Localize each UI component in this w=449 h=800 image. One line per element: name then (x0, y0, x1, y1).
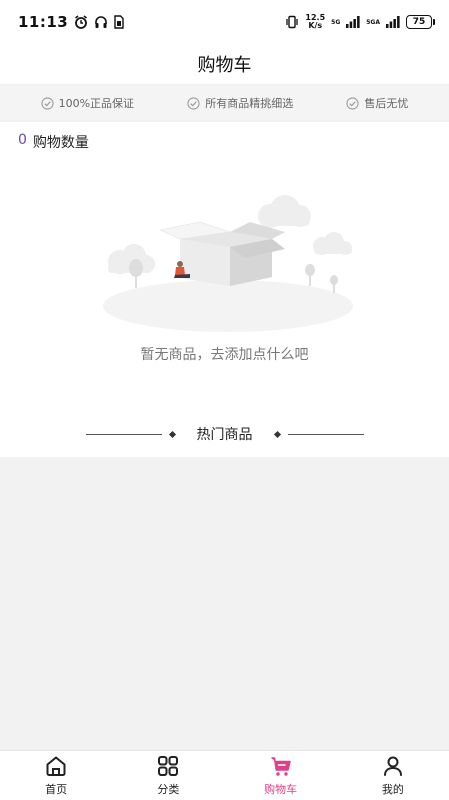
category-icon (158, 756, 179, 776)
nav-item-home[interactable]: 首页 (11, 751, 101, 800)
diamond-icon (168, 430, 176, 438)
net-speed-unit: K/s (308, 21, 323, 30)
status-right: 12.5 K/s 5G 5GA 75 (285, 14, 435, 30)
battery-level: 75 (406, 15, 432, 29)
assurance-label: 售后无忧 (364, 97, 409, 110)
empty-cart-text: 暂无商品，去添加点什么吧 (140, 347, 309, 363)
empty-cart-illustration (103, 195, 353, 332)
sim-card-icon (114, 15, 124, 29)
check-circle-icon (346, 96, 359, 110)
nav-item-profile[interactable]: 我的 (348, 751, 438, 800)
signal-bars-icon (386, 16, 400, 28)
nav-label: 购物车 (264, 783, 298, 796)
hot-products-header: 热门商品 (0, 422, 449, 446)
check-circle-icon (187, 96, 200, 110)
assurance-item-aftersales: 售后无忧 (346, 95, 408, 111)
nav-label: 分类 (157, 783, 180, 796)
status-left: 11:13 (18, 13, 124, 31)
headphones-icon (95, 16, 108, 28)
battery-indicator: 75 (406, 15, 435, 29)
check-circle-icon (40, 96, 54, 110)
divider-line (287, 433, 364, 435)
assurance-item-selected: 所有商品精挑细选 (187, 95, 293, 111)
hot-products-title: 热门商品 (196, 427, 253, 443)
title-bar: 购物车 (0, 44, 449, 84)
user-icon (383, 756, 402, 776)
home-icon (46, 756, 66, 776)
cart-panel: 0 购物数量 暂无商品，去添加点什么吧 热门商品 (0, 122, 449, 457)
net-speed: 12.5 K/s (305, 14, 325, 30)
page-title: 购物车 (197, 55, 252, 76)
cart-count-label: 购物数量 (32, 135, 89, 151)
nav-item-category[interactable]: 分类 (123, 751, 213, 800)
bottom-nav: 首页 分类 购物车 我的 (0, 750, 449, 800)
battery-tip (433, 19, 435, 25)
signal-label-1: 5G (331, 18, 341, 26)
nav-label: 我的 (381, 783, 404, 796)
nav-label: 首页 (45, 783, 68, 796)
signal-bars-icon (346, 16, 360, 28)
nav-item-cart[interactable]: 购物车 (236, 751, 326, 800)
assurance-bar: 100%正品保证 所有商品精挑细选 售后无忧 (0, 86, 449, 120)
diamond-icon (273, 430, 281, 438)
status-bar: 11:13 12.5 K/s 5G 5GA 75 (0, 0, 449, 44)
assurance-item-genuine: 100%正品保证 (40, 95, 135, 111)
cart-count: 0 (18, 132, 27, 148)
cart-count-row: 0 购物数量 (18, 132, 89, 152)
vibrate-icon (286, 15, 299, 29)
signal-label-2: 5GA (366, 18, 380, 26)
alarm-icon (75, 15, 88, 29)
cart-icon (271, 757, 291, 776)
assurance-label: 100%正品保证 (58, 97, 135, 110)
divider-line (85, 433, 162, 435)
assurance-label: 所有商品精挑细选 (205, 97, 294, 110)
status-time: 11:13 (18, 13, 69, 31)
